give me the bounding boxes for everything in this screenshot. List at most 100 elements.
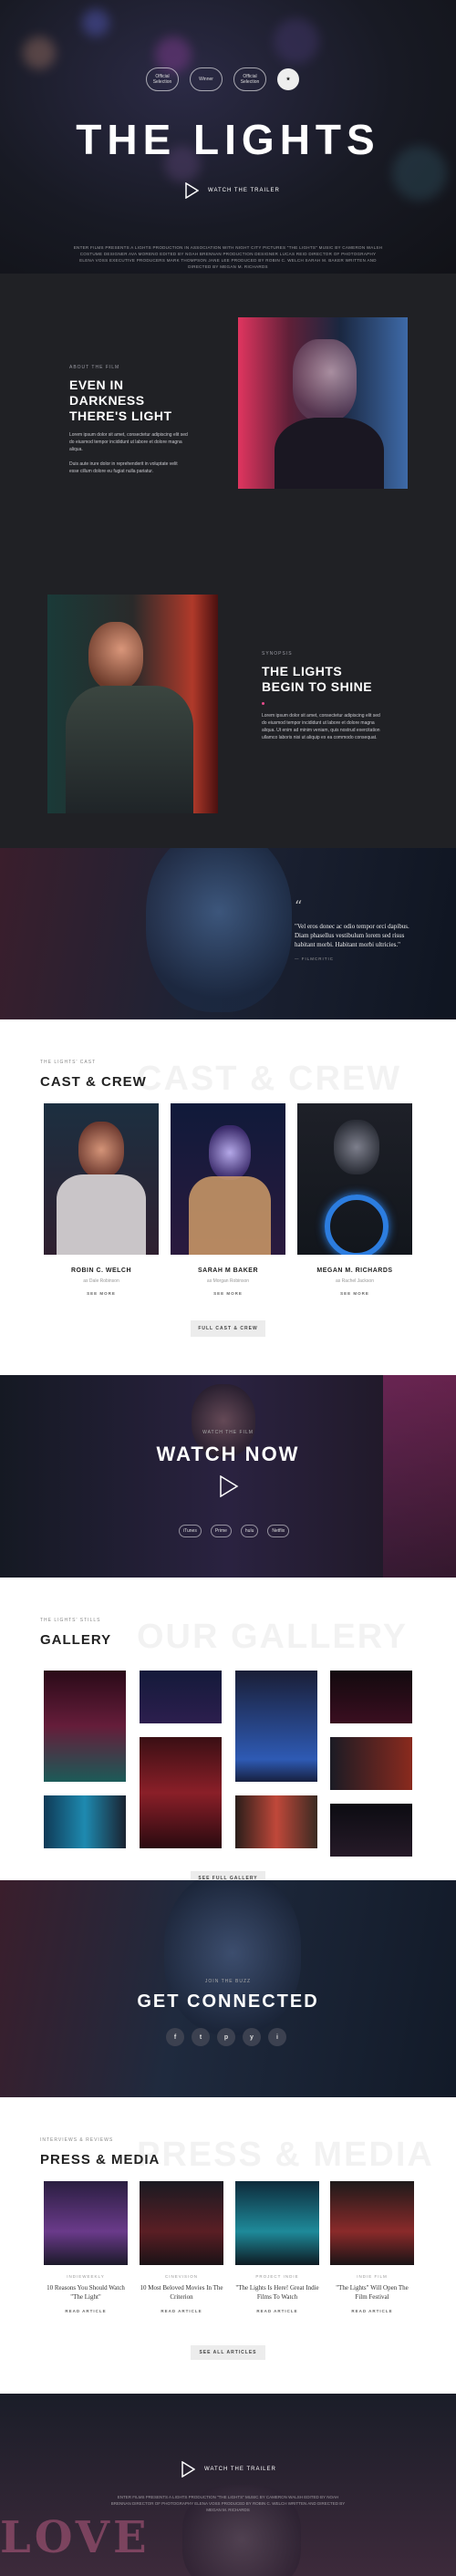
streaming-logo[interactable]: Prime [210, 1525, 232, 1537]
facebook-icon[interactable]: f [166, 2028, 184, 2046]
footer-billing-block: ENTER FILMS PRESENTS A LIGHTS PRODUCTION… [110, 2495, 346, 2512]
synopsis-text-block: SYNOPSIS THE LIGHTS BEGIN TO SHINE Lorem… [262, 651, 380, 741]
press-photo [44, 2181, 128, 2265]
connected-title: GET CONNECTED [137, 1991, 319, 2012]
festival-awards: Official Selection Winner Official Selec… [146, 67, 299, 91]
streaming-logo[interactable]: iTunes [179, 1525, 202, 1537]
quote-section: “ "Vel eros donec ac odio tempor orci da… [0, 848, 456, 1019]
gallery-image[interactable] [44, 1671, 126, 1782]
gallery-eyebrow: THE LIGHTS' STILLS [40, 1618, 101, 1623]
press-headline[interactable]: "The Lights Is Here! Great Indie Films T… [235, 2283, 319, 2302]
streaming-logo[interactable]: Netflix [267, 1525, 290, 1537]
press-eyebrow: INTERVIEWS & REVIEWS [40, 2137, 114, 2143]
streaming-logo[interactable]: hulu [240, 1525, 259, 1537]
press-headline[interactable]: 10 Most Beloved Movies In The Criterion [140, 2283, 223, 2302]
hero-title: THE LIGHTS [76, 116, 380, 163]
award-laurel: Official Selection [233, 67, 266, 91]
twitter-icon[interactable]: t [192, 2028, 210, 2046]
face-background-image [146, 848, 292, 1012]
gallery-image[interactable] [140, 1671, 222, 1723]
cast-photo [171, 1103, 285, 1255]
play-icon[interactable] [219, 1474, 239, 1498]
footer-section: LOVE WATCH THE TRAILER ENTER FILMS PRESE… [0, 2394, 456, 2576]
about-section: ABOUT THE FILM EVEN IN DARKNESS THERE'S … [0, 274, 456, 574]
social-links: f t p y i [166, 2028, 286, 2046]
press-source: INDIEWEEKLY [67, 2274, 105, 2279]
connected-eyebrow: JOIN THE BUZZ [204, 1979, 252, 1984]
press-photo [330, 2181, 414, 2265]
ghost-heading: PRESS & MEDIA [137, 2136, 434, 2174]
full-cast-button[interactable]: FULL CAST & CREW [191, 1320, 265, 1337]
accent-dot [262, 702, 264, 705]
read-article-link[interactable]: READ ARTICLE [330, 2309, 414, 2313]
see-more-link[interactable]: SEE MORE [44, 1291, 159, 1296]
press-headline[interactable]: 10 Reasons You Should Watch "The Light" [44, 2283, 128, 2302]
quote-author: — FILMCRITIC [295, 957, 334, 961]
neon-light-image [383, 1375, 456, 1578]
synopsis-section: SYNOPSIS THE LIGHTS BEGIN TO SHINE Lorem… [0, 574, 456, 848]
gallery-image[interactable] [235, 1671, 317, 1782]
cast-photo [44, 1103, 159, 1255]
bokeh-light [82, 9, 109, 36]
award-laurel: Official Selection [146, 67, 179, 91]
gallery-image[interactable] [235, 1795, 317, 1848]
see-gallery-button[interactable]: SEE FULL GALLERY [191, 1871, 265, 1880]
cast-name: ROBIN C. WELCH [70, 1267, 132, 1274]
press-photo [235, 2181, 319, 2265]
streaming-logos: iTunes Prime hulu Netflix [179, 1525, 290, 1537]
press-title: PRESS & MEDIA [40, 2152, 161, 2167]
watch-title: WATCH NOW [156, 1443, 300, 1465]
cast-name: MEGAN M. RICHARDS [316, 1267, 393, 1274]
ghost-heading: CAST & CREW [137, 1060, 402, 1098]
billing-block: ENTER FILMS PRESENTS A LIGHTS PRODUCTION… [73, 245, 383, 269]
cast-name: SARAH M BAKER [198, 1267, 258, 1274]
pinterest-icon[interactable]: p [217, 2028, 235, 2046]
read-article-link[interactable]: READ ARTICLE [44, 2309, 128, 2313]
gallery-image[interactable] [140, 1737, 222, 1848]
cast-card: MEGAN M. RICHARDS as Rachel Jackson SEE … [297, 1103, 412, 1296]
cast-title: CAST & CREW [40, 1074, 147, 1090]
youtube-icon[interactable]: y [243, 2028, 261, 2046]
about-paragraph: Lorem ipsum dolor sit amet, consectetur … [69, 432, 188, 452]
press-card[interactable]: INDIEWEEKLY 10 Reasons You Should Watch … [44, 2181, 128, 2313]
get-connected-section: JOIN THE BUZZ GET CONNECTED f t p y i [0, 1880, 456, 2097]
press-section: PRESS & MEDIA INTERVIEWS & REVIEWS PRESS… [0, 2097, 456, 2394]
press-source: INDIE FILM [357, 2274, 388, 2279]
press-card[interactable]: PROJECT INDIE "The Lights Is Here! Great… [235, 2181, 319, 2313]
watch-trailer-label: WATCH THE TRAILER [208, 188, 280, 193]
cast-role: as Dale Robinson [83, 1278, 119, 1284]
play-icon [181, 2460, 196, 2478]
quote-icon: “ [295, 897, 303, 915]
gallery-title: GALLERY [40, 1632, 112, 1648]
read-article-link[interactable]: READ ARTICLE [235, 2309, 319, 2313]
about-title: EVEN IN DARKNESS THERE'S LIGHT [69, 378, 172, 423]
watch-trailer-label: WATCH THE TRAILER [204, 2467, 276, 2472]
cast-card: SARAH M BAKER as Morgan Robinson SEE MOR… [171, 1103, 285, 1296]
press-card[interactable]: CINEVISION 10 Most Beloved Movies In The… [140, 2181, 223, 2313]
play-icon [184, 181, 200, 200]
synopsis-eyebrow: SYNOPSIS [262, 651, 293, 657]
cast-photo [297, 1103, 412, 1255]
see-all-articles-button[interactable]: SEE ALL ARTICLES [191, 2345, 265, 2360]
press-source: CINEVISION [164, 2274, 198, 2279]
gallery-image[interactable] [330, 1737, 412, 1790]
about-text-block: ABOUT THE FILM EVEN IN DARKNESS THERE'S … [69, 365, 188, 475]
gallery-image[interactable] [44, 1795, 126, 1848]
about-paragraph: Duis aute irure dolor in reprehenderit i… [69, 461, 178, 474]
footer-watch-trailer-button[interactable]: WATCH THE TRAILER [181, 2460, 276, 2478]
press-headline[interactable]: "The Lights" Will Open The Film Festival [330, 2283, 414, 2302]
cast-role: as Morgan Robinson [206, 1278, 250, 1284]
read-article-link[interactable]: READ ARTICLE [140, 2309, 223, 2313]
instagram-icon[interactable]: i [268, 2028, 286, 2046]
synopsis-paragraph: Lorem ipsum dolor sit amet, consectetur … [262, 713, 380, 740]
see-more-link[interactable]: SEE MORE [171, 1291, 285, 1296]
gallery-image[interactable] [330, 1804, 412, 1857]
press-card[interactable]: INDIE FILM "The Lights" Will Open The Fi… [330, 2181, 414, 2313]
see-more-link[interactable]: SEE MORE [297, 1291, 412, 1296]
synopsis-title: THE LIGHTS BEGIN TO SHINE [262, 664, 373, 694]
gallery-image[interactable] [330, 1671, 412, 1723]
award-laurel: Winner [190, 67, 223, 91]
cast-section: CAST & CREW THE LIGHTS' CAST CAST & CREW… [0, 1019, 456, 1375]
neon-love-sign: LOVE [0, 2512, 150, 2563]
watch-trailer-button[interactable]: WATCH THE TRAILER [184, 181, 280, 200]
